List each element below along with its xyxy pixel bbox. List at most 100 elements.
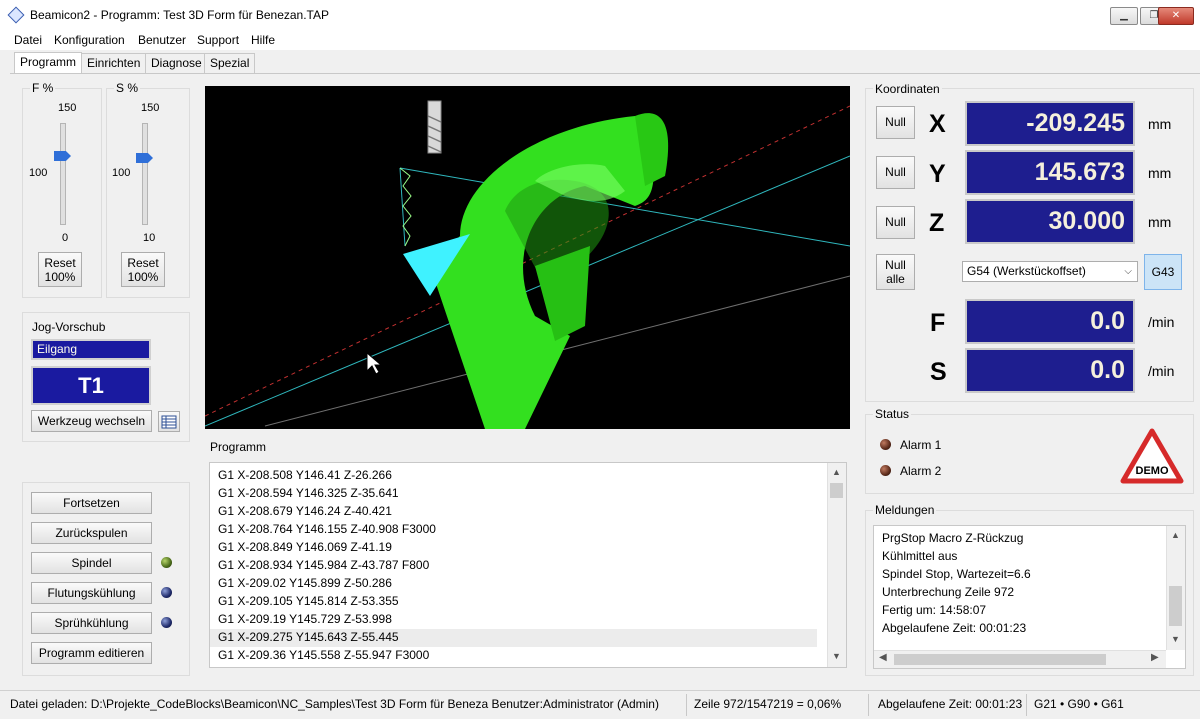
message-line: Unterbrechung Zeile 972 [882, 585, 1015, 599]
program-scrollbar[interactable]: ▲ ▼ [827, 463, 846, 667]
edit-program-button[interactable]: Programm editieren [31, 642, 152, 664]
resume-button[interactable]: Fortsetzen [31, 492, 152, 514]
program-line[interactable]: G1 X-208.679 Y146.24 Z-40.421 [218, 502, 392, 520]
tab-divider [10, 73, 1200, 74]
scroll-right-icon[interactable]: ▶ [1151, 652, 1159, 663]
null-y-button[interactable]: Null [876, 156, 915, 189]
close-button[interactable]: ✕ [1158, 7, 1194, 25]
table-icon [161, 415, 177, 429]
app-icon [7, 6, 25, 24]
jog-title: Jog-Vorschub [32, 320, 106, 334]
scroll-down-icon[interactable]: ▼ [1171, 634, 1180, 644]
messages-scroll-thumb[interactable] [1169, 586, 1182, 626]
title-bar: Beamicon2 - Programm: Test 3D Form für B… [0, 0, 1200, 31]
message-line: Fertig um: 14:58:07 [882, 603, 987, 617]
toolpath-view [205, 100, 850, 429]
menu-konfiguration[interactable]: Konfiguration [54, 33, 125, 47]
alarm2-led [880, 465, 891, 476]
f-slider-label: F % [30, 81, 56, 95]
f-slider-track[interactable] [60, 123, 66, 225]
program-line[interactable]: G1 X-208.508 Y146.41 Z-26.266 [218, 466, 392, 484]
f-slider-min: 0 [62, 232, 69, 244]
scroll-left-icon[interactable]: ◀ [879, 652, 887, 663]
program-line[interactable]: G1 X-209.19 Y145.729 Z-53.998 [218, 610, 392, 628]
x-axis-label: X [929, 110, 946, 138]
rewind-button[interactable]: Zurückspulen [31, 522, 152, 544]
program-line[interactable]: G1 X-209.36 Y145.558 Z-55.947 F3000 [218, 646, 429, 664]
null-z-button[interactable]: Null [876, 206, 915, 239]
status-title: Status [873, 407, 912, 421]
s-slider-track[interactable] [142, 123, 148, 225]
spindle-led [161, 557, 172, 568]
3d-viewport[interactable] [205, 86, 850, 429]
jog-mode-display[interactable]: Eilgang [31, 339, 151, 360]
messages-vscrollbar[interactable]: ▲ ▼ [1166, 526, 1185, 650]
mist-coolant-button[interactable]: Sprühkühlung [31, 612, 152, 634]
program-line[interactable]: G1 X-209.105 Y145.814 Z-53.355 [218, 592, 399, 610]
spindle-button[interactable]: Spindel [31, 552, 152, 574]
tool-display: T1 [31, 366, 151, 405]
f-reset-button[interactable]: Reset 100% [38, 252, 82, 287]
f-slider-mid: 100 [29, 167, 48, 179]
loaded-file-text: Datei geladen: D:\Projekte_CodeBlocks\Be… [10, 697, 659, 711]
alarm1-led [880, 439, 891, 450]
s-slider-max: 150 [141, 102, 160, 114]
null-x-button[interactable]: Null [876, 106, 915, 139]
scroll-up-icon[interactable]: ▲ [832, 467, 841, 477]
message-line: PrgStop Macro Z-Rückzug [882, 531, 1024, 545]
menu-datei[interactable]: Datei [14, 33, 42, 47]
scroll-up-icon[interactable]: ▲ [1171, 530, 1180, 540]
work-offset-select[interactable]: G54 (Werkstückoffset) ⌵ [962, 261, 1138, 282]
minimize-button[interactable]: ▁ [1110, 7, 1138, 25]
program-scroll-thumb[interactable] [830, 483, 843, 498]
s-slider-mid: 100 [112, 167, 131, 179]
flood-coolant-button[interactable]: Flutungskühlung [31, 582, 152, 604]
f-axis-label: F [930, 309, 946, 337]
messages-hscroll-thumb[interactable] [894, 654, 1106, 665]
program-line[interactable]: G1 X-208.594 Y146.325 Z-35.641 [218, 484, 399, 502]
menu-benutzer[interactable]: Benutzer [138, 33, 186, 47]
program-line[interactable]: G1 X-209.02 Y145.899 Z-50.286 [218, 574, 392, 592]
status-bar: Datei geladen: D:\Projekte_CodeBlocks\Be… [0, 690, 1200, 719]
coordinates-title: Koordinaten [873, 82, 942, 96]
null-all-button[interactable]: Null alle [876, 254, 915, 290]
speed-display: 0.0 [965, 348, 1135, 393]
program-line[interactable]: G1 X-208.764 Y146.155 Z-40.908 F3000 [218, 520, 436, 538]
menu-hilfe[interactable]: Hilfe [251, 33, 275, 47]
menu-bar: Datei Konfiguration Benutzer Support Hil… [0, 30, 1200, 50]
menu-support[interactable]: Support [197, 33, 239, 47]
zigzag-toolpath [399, 167, 412, 247]
message-line: Spindel Stop, Wartezeit=6.6 [882, 567, 1031, 581]
speed-unit: /min [1148, 363, 1175, 379]
mouse-cursor-icon [366, 351, 383, 375]
gcode-modes-text: G21 • G90 • G61 [1034, 697, 1124, 711]
line-progress-text: Zeile 972/1547219 = 0,06% [694, 697, 842, 711]
change-tool-button[interactable]: Werkzeug wechseln [31, 410, 152, 432]
f-slider-max: 150 [58, 102, 77, 114]
demo-warning-icon: DEMO [1120, 428, 1184, 484]
tab-diagnose[interactable]: Diagnose [145, 53, 208, 73]
x-coordinate-display: -209.245 [965, 101, 1135, 146]
program-line[interactable]: G1 X-208.849 Y146.069 Z-41.19 [218, 538, 392, 556]
s-reset-button[interactable]: Reset 100% [121, 252, 165, 287]
program-line[interactable]: G1 X-208.934 Y145.984 Z-43.787 F800 [218, 556, 429, 574]
feed-unit: /min [1148, 314, 1175, 330]
z-coordinate-display: 30.000 [965, 199, 1135, 244]
messages-listbox[interactable]: PrgStop Macro Z-Rückzug Kühlmittel aus S… [873, 525, 1186, 669]
messages-hscrollbar[interactable]: ◀ ▶ [874, 650, 1166, 668]
window-title: Beamicon2 - Programm: Test 3D Form für B… [30, 8, 329, 22]
g43-button[interactable]: G43 [1144, 254, 1182, 290]
feed-display: 0.0 [965, 299, 1135, 344]
messages-title: Meldungen [873, 503, 937, 517]
tab-einrichten[interactable]: Einrichten [81, 53, 147, 73]
tool-table-button[interactable] [158, 411, 180, 432]
scroll-down-icon[interactable]: ▼ [832, 651, 841, 661]
s-axis-label: S [930, 358, 947, 386]
mist-coolant-led [161, 617, 172, 628]
tab-spezial[interactable]: Spezial [204, 53, 256, 73]
program-listing[interactable]: G1 X-208.508 Y146.41 Z-26.266 G1 X-208.5… [209, 462, 847, 668]
status-separator [1026, 694, 1027, 716]
program-line[interactable]: G1 X-209.275 Y145.643 Z-55.445 [218, 628, 399, 646]
status-separator [686, 694, 687, 716]
tab-programm[interactable]: Programm [14, 52, 83, 74]
